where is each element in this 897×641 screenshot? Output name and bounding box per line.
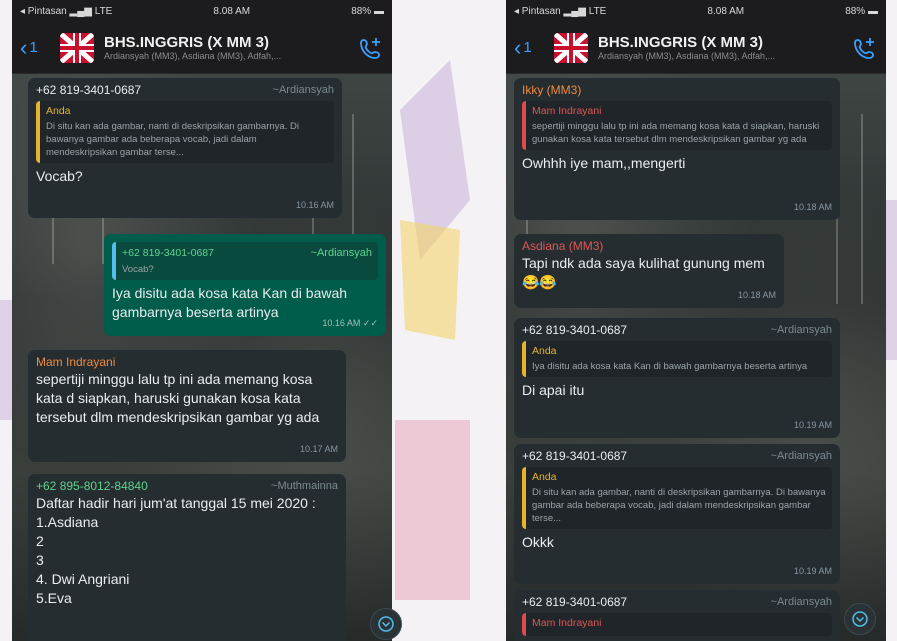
unread-count: 1 <box>523 39 532 56</box>
clock: 8.08 AM <box>213 5 251 17</box>
back-chevron-icon: ‹ <box>20 34 28 60</box>
message-time: 10.17 AM <box>299 444 338 454</box>
sender-tag: ~Ardiansyah <box>272 84 334 96</box>
sender-name: +62 819-3401-0687 <box>36 83 142 97</box>
network-label: LTE <box>94 5 113 17</box>
message-bubble[interactable]: +62 819-3401-0687 ~Ardiansyah Anda Di si… <box>514 444 840 584</box>
quote-sender: Anda <box>532 345 557 357</box>
unread-count: 1 <box>29 39 38 56</box>
message-bubble[interactable]: Mam Indrayani sepertiji minggu lalu tp i… <box>28 350 346 462</box>
battery-icon: ▬ <box>373 5 384 17</box>
back-button[interactable]: ‹ 1 <box>20 35 60 61</box>
carrier-label: ◂ Pintasan <box>514 5 561 17</box>
group-members: Ardiansyah (MM3), Asdiana (MM3), Adfah,.… <box>104 51 282 61</box>
carrier-label: ◂ Pintasan <box>20 5 67 17</box>
signal-icon: ▂▄▆ <box>563 5 586 17</box>
message-bubble[interactable]: +62 819-3401-0687 ~Ardiansyah Anda Iya d… <box>514 318 840 438</box>
sender-name: Mam Indrayani <box>36 355 116 369</box>
quoted-message[interactable]: +62 819-3401-0687 ~Ardiansyah Vocab? <box>112 242 378 280</box>
back-button[interactable]: ‹ 1 <box>514 35 554 61</box>
scroll-down-icon <box>378 616 394 632</box>
add-call-icon[interactable] <box>358 35 384 61</box>
message-text: Vocab? <box>36 168 83 184</box>
group-title: BHS.INGGRIS (X MM 3) <box>598 34 764 51</box>
message-bubble-outgoing[interactable]: +62 819-3401-0687 ~Ardiansyah Vocab? Iya… <box>104 234 386 336</box>
message-bubble[interactable]: +62 895-8012-84840 ~Muthmainna Daftar ha… <box>28 474 346 641</box>
battery-label: 88% <box>845 5 866 17</box>
list-item: 5.Eva <box>36 590 72 606</box>
sender-tag: ~Ardiansyah <box>770 324 832 336</box>
quote-sender: Mam Indrayani <box>532 617 602 629</box>
quoted-message[interactable]: Anda Di situ kan ada gambar, nanti di de… <box>522 467 832 529</box>
scroll-down-button[interactable] <box>844 603 876 635</box>
signal-icon: ▂▄▆ <box>69 5 92 17</box>
status-bar: ◂ Pintasan ▂▄▆ LTE 8.08 AM 88% ▬ <box>506 0 886 22</box>
network-label: LTE <box>588 5 607 17</box>
quote-text: Vocab? <box>122 264 154 275</box>
message-bubble[interactable]: Asdiana (MM3) Tapi ndk ada saya kulihat … <box>514 234 784 308</box>
group-title: BHS.INGGRIS (X MM 3) <box>104 34 270 51</box>
sender-name: +62 895-8012-84840 <box>36 479 148 493</box>
clock: 8.08 AM <box>707 5 745 17</box>
sender-name: +62 819-3401-0687 <box>522 449 628 463</box>
sender-tag: ~Muthmainna <box>271 480 338 492</box>
add-call-icon[interactable] <box>852 35 878 61</box>
back-chevron-icon: ‹ <box>514 34 522 60</box>
message-text: Di apai itu <box>522 382 585 398</box>
quote-sender: +62 819-3401-0687 <box>122 247 214 259</box>
quote-text: Iya disitu ada kosa kata Kan di bawah ga… <box>532 361 808 372</box>
battery-icon: ▬ <box>867 5 878 17</box>
chat-header[interactable]: ‹ 1 BHS.INGGRIS (X MM 3) Ardiansyah (MM3… <box>506 22 886 74</box>
sender-name: Asdiana (MM3) <box>522 239 604 253</box>
scroll-down-button[interactable] <box>370 608 402 640</box>
scroll-down-icon <box>852 611 868 627</box>
group-members: Ardiansyah (MM3), Asdiana (MM3), Adfah,.… <box>598 51 776 61</box>
message-time: 10.18 AM <box>793 202 832 212</box>
status-bar: ◂ Pintasan ▂▄▆ LTE 8.08 AM 88% ▬ <box>12 0 392 22</box>
battery-label: 88% <box>351 5 372 17</box>
message-time: 10.19 AM <box>793 420 832 430</box>
list-item: 1.Asdiana <box>36 514 99 530</box>
quote-sender: Anda <box>46 105 71 117</box>
list-item: 3 <box>36 552 44 568</box>
quote-sender: Anda <box>532 471 557 483</box>
list-item: 4. Dwi Angriani <box>36 571 130 587</box>
sender-tag: ~Ardiansyah <box>770 450 832 462</box>
message-bubble[interactable]: +62 819-3401-0687 ~Ardiansyah Anda Di si… <box>28 78 342 218</box>
message-time: 10.18 AM <box>737 290 776 300</box>
sender-name: +62 819-3401-0687 <box>522 595 628 609</box>
quote-text: Di situ kan ada gambar, nanti di deskrip… <box>46 121 299 158</box>
quoted-message[interactable]: Anda Di situ kan ada gambar, nanti di de… <box>36 101 334 163</box>
quoted-message[interactable]: Mam Indrayani <box>522 613 832 636</box>
quote-text: sepertiji minggu lalu tp ini ada memang … <box>532 121 820 145</box>
quoted-message[interactable]: Anda Iya disitu ada kosa kata Kan di baw… <box>522 341 832 377</box>
sender-name: Ikky (MM3) <box>522 83 582 97</box>
message-bubble[interactable]: Ikky (MM3) Mam Indrayani sepertiji mingg… <box>514 78 840 220</box>
message-text: sepertiji minggu lalu tp ini ada memang … <box>36 371 320 425</box>
group-avatar-flag-icon[interactable] <box>554 32 588 63</box>
message-list[interactable]: Ikky (MM3) Mam Indrayani sepertiji mingg… <box>506 74 886 641</box>
message-list[interactable]: +62 819-3401-0687 ~Ardiansyah Anda Di si… <box>12 74 392 641</box>
list-item: 2 <box>36 533 44 549</box>
chat-header[interactable]: ‹ 1 BHS.INGGRIS (X MM 3) Ardiansyah (MM3… <box>12 22 392 74</box>
chat-screen-right: ◂ Pintasan ▂▄▆ LTE 8.08 AM 88% ▬ ‹ 1 BHS… <box>506 0 886 641</box>
quote-text: Di situ kan ada gambar, nanti di deskrip… <box>532 487 826 524</box>
group-avatar-flag-icon[interactable] <box>60 32 94 63</box>
quoted-message[interactable]: Mam Indrayani sepertiji minggu lalu tp i… <box>522 101 832 150</box>
message-bubble[interactable]: +62 819-3401-0687 ~Ardiansyah Mam Indray… <box>514 590 840 641</box>
sender-name: +62 819-3401-0687 <box>522 323 628 337</box>
message-time: 10.16 AM ✓✓ <box>322 318 378 328</box>
sender-tag: ~Ardiansyah <box>770 596 832 608</box>
chat-screen-left: ◂ Pintasan ▂▄▆ LTE 8.08 AM 88% ▬ ‹ 1 BHS… <box>12 0 392 641</box>
message-text: Daftar hadir hari jum'at tanggal 15 mei … <box>36 495 316 511</box>
message-time: 10.16 AM <box>295 200 334 210</box>
quote-tag: ~Ardiansyah <box>310 247 372 259</box>
message-text: Owhhh iye mam,,mengerti <box>522 155 686 171</box>
quote-sender: Mam Indrayani <box>532 105 602 117</box>
message-text: Okkk <box>522 534 554 550</box>
message-time: 10.19 AM <box>793 566 832 576</box>
